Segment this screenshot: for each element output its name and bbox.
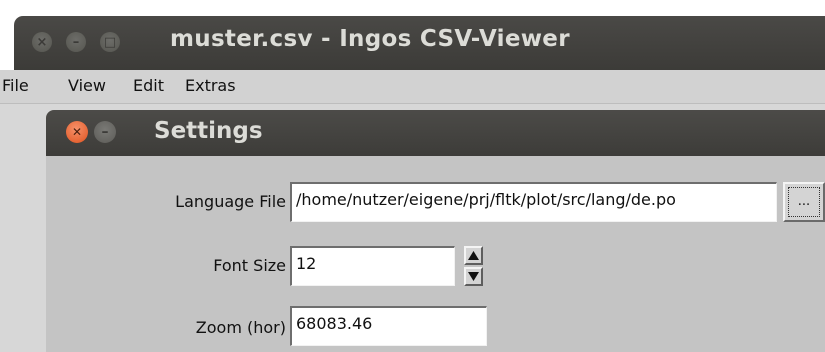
menu-bar: File View Edit Extras [0, 70, 825, 104]
menu-view[interactable]: View [68, 76, 106, 95]
zoom-hor-label: Zoom (hor) [195, 318, 286, 337]
window-maximize-button[interactable]: □ [100, 32, 120, 52]
dialog-title: Settings [154, 118, 263, 144]
window-title: muster.csv - Ingos CSV-Viewer [170, 26, 570, 52]
minimize-icon: – [101, 124, 109, 140]
menu-edit[interactable]: Edit [133, 76, 164, 95]
close-icon: ✕ [71, 125, 83, 139]
settings-titlebar: ✕ – Settings [46, 110, 825, 156]
window-close-button[interactable]: × [32, 32, 52, 52]
font-size-increment-button[interactable] [464, 246, 483, 265]
menu-extras[interactable]: Extras [185, 76, 236, 95]
dialog-close-button[interactable]: ✕ [66, 121, 88, 143]
font-size-input[interactable]: 12 [290, 246, 455, 286]
window-minimize-button[interactable]: – [66, 32, 86, 52]
minimize-icon: – [72, 34, 80, 50]
browse-button-label: ... [788, 187, 820, 217]
close-icon: × [36, 34, 48, 50]
font-size-label: Font Size [213, 256, 286, 275]
main-titlebar: × – □ muster.csv - Ingos CSV-Viewer [14, 16, 825, 70]
dialog-minimize-button[interactable]: – [94, 121, 116, 143]
zoom-hor-input[interactable]: 68083.46 [290, 306, 487, 346]
browse-language-file-button[interactable]: ... [783, 182, 825, 222]
triangle-up-icon [468, 251, 479, 260]
language-file-input[interactable]: /home/nutzer/eigene/prj/fltk/plot/src/la… [290, 182, 777, 222]
main-window: × – □ muster.csv - Ingos CSV-Viewer File… [0, 0, 825, 352]
menu-file[interactable]: File [2, 76, 29, 95]
language-file-label: Language File [175, 192, 286, 211]
maximize-icon: □ [103, 34, 117, 50]
settings-dialog: ✕ – Settings Language File /home/nutzer/… [46, 110, 825, 352]
triangle-down-icon [468, 272, 479, 281]
font-size-decrement-button[interactable] [464, 267, 483, 286]
